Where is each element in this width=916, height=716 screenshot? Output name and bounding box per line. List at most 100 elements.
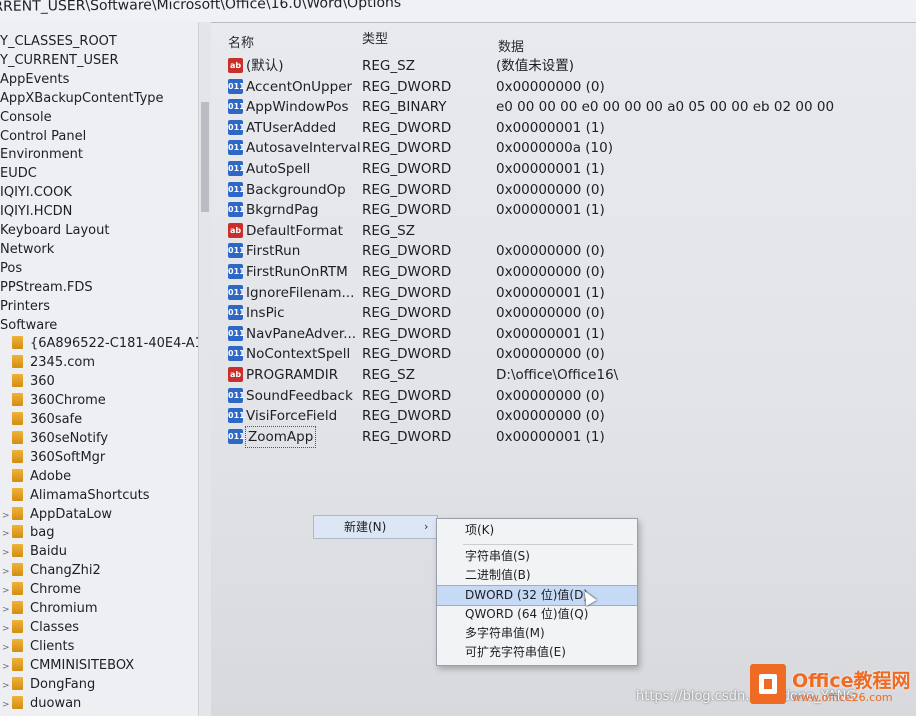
binary-value-icon: 011	[228, 161, 245, 176]
tree-item[interactable]: AppXBackupContentType	[0, 89, 164, 108]
registry-value-row[interactable]: 011 VisiForceField REG_DWORD 0x00000000 (0)	[218, 406, 916, 426]
tree-item[interactable]: IQIYI.COOK	[0, 183, 72, 202]
tree-item-label: Console	[0, 109, 52, 125]
tree-item[interactable]: > AppDataLow	[2, 505, 112, 524]
binary-value-icon: 011	[228, 140, 245, 156]
tree-item[interactable]: 360SoftMgr	[2, 448, 105, 467]
registry-value-row[interactable]: 011 InsPic REG_DWORD 0x00000000 (0)	[218, 303, 916, 323]
registry-value-row[interactable]: ab PROGRAMDIR REG_SZ D:\office\Office16\	[218, 365, 916, 385]
tree-item-label: Chrome	[30, 582, 81, 598]
value-type: REG_DWORD	[362, 346, 452, 363]
new-menu-label: 新建(N)	[344, 520, 387, 534]
value-name: VisiForceField	[246, 408, 338, 425]
value-data: 0x00000001 (1)	[496, 202, 605, 219]
tree-item[interactable]: PPStream.FDS	[0, 278, 93, 297]
tree-item[interactable]: > DongFang	[2, 675, 95, 694]
tree-item[interactable]: Y_CURRENT_USER	[0, 51, 119, 70]
tree-item[interactable]: Software	[0, 316, 57, 335]
registry-value-row[interactable]: 011 AppWindowPos REG_BINARY e0 00 00 00 e0 …	[218, 97, 916, 117]
tree-item[interactable]: IQIYI.HCDN	[0, 202, 72, 221]
value-name: FirstRunOnRTM	[246, 264, 348, 280]
tree-item[interactable]: > Chromium	[2, 599, 98, 618]
tree-item[interactable]: > ChangZhi2	[2, 561, 101, 580]
tree-item[interactable]: Pos	[0, 259, 22, 278]
tree-item[interactable]: > Chrome	[2, 580, 81, 599]
tree-item[interactable]: > Classes	[2, 618, 79, 637]
submenu-item-label: 字符串值(S)	[465, 549, 530, 563]
binary-value-icon: 011	[228, 181, 245, 197]
tree-item[interactable]: Adobe	[2, 467, 71, 486]
address-bar[interactable]: ...CURRENT_USER\Software\Microsoft\Offic…	[0, 0, 916, 23]
registry-value-row[interactable]: 011 FirstRunOnRTM REG_DWORD 0x00000000 (0)	[218, 262, 916, 282]
submenu-item[interactable]: DWORD (32 位)值(D)	[437, 585, 637, 606]
address-path: ...CURRENT_USER\Software\Microsoft\Offic…	[0, 0, 402, 16]
submenu-item[interactable]: 多字符串值(M)	[437, 624, 637, 643]
tree-scrollbar[interactable]	[198, 22, 211, 716]
tree-item[interactable]: EUDC	[0, 164, 37, 183]
folder-icon	[12, 393, 23, 407]
tree-item[interactable]: Network	[0, 240, 54, 259]
submenu-item[interactable]: 项(K)	[437, 521, 637, 540]
registry-value-row[interactable]: ab (默认) REG_SZ (数值未设置)	[218, 56, 916, 76]
registry-value-row[interactable]: ab DefaultFormat REG_SZ	[218, 221, 916, 241]
value-name: SoundFeedback	[246, 387, 353, 404]
registry-value-row[interactable]: 011 BackgroundOp REG_DWORD 0x00000000 (0)	[218, 180, 916, 200]
folder-icon	[12, 355, 23, 369]
tree-item-label: CMMINISITEBOX	[30, 657, 135, 673]
tree-item[interactable]: > bag	[2, 523, 54, 542]
value-name: NavPaneAdver...	[246, 325, 357, 342]
tree-item[interactable]: AppEvents	[0, 70, 69, 89]
tree-item[interactable]: 360	[2, 372, 55, 391]
value-type: REG_DWORD	[362, 408, 452, 425]
tree-item[interactable]: Console	[0, 108, 52, 127]
column-header-data[interactable]: 数据	[498, 36, 524, 55]
registry-value-row[interactable]: 011 SoundFeedback REG_DWORD 0x00000000 (0)	[218, 386, 916, 406]
tree-item[interactable]: Environment	[0, 145, 83, 164]
registry-value-row[interactable]: 011 NoContextSpell REG_DWORD 0x00000000 (0)	[218, 344, 916, 364]
submenu-item[interactable]: 可扩充字符串值(E)	[437, 643, 637, 662]
tree-item[interactable]: {6A896522-C181-40E4-A1C	[2, 334, 210, 353]
submenu-item[interactable]: QWORD (64 位)值(Q)	[437, 605, 637, 624]
tree-item-label: 2345.com	[30, 355, 95, 371]
registry-value-row[interactable]: 011 AutoSpell REG_DWORD 0x00000001 (1)	[218, 159, 916, 179]
folder-icon	[12, 638, 23, 652]
column-header-type[interactable]: 类型	[362, 28, 388, 47]
value-data: 0x0000000a (10)	[496, 140, 613, 157]
registry-value-row[interactable]: 011 BkgrndPag REG_DWORD 0x00000001 (1)	[218, 200, 916, 220]
tree-item-label: Software	[0, 317, 58, 333]
value-type: REG_DWORD	[362, 264, 452, 280]
registry-value-row[interactable]: 011 IgnoreFilenam... REG_DWORD 0x00000001 (…	[218, 283, 916, 303]
registry-value-row[interactable]: 011 NavPaneAdver... REG_DWORD 0x00000001 (1…	[218, 324, 916, 344]
column-header-name[interactable]: 名称	[228, 32, 254, 51]
tree-item-label: Environment	[0, 147, 84, 163]
tree-scroll-thumb[interactable]	[201, 102, 209, 212]
binary-value-icon: 011	[228, 346, 245, 362]
submenu-item[interactable]: 字符串值(S)	[437, 547, 637, 566]
expand-arrow-icon[interactable]: >	[2, 696, 12, 715]
registry-value-row[interactable]: 011 ZoomApp REG_DWORD 0x00000001 (1)	[218, 425, 916, 448]
registry-value-row[interactable]: 011 AccentOnUpper REG_DWORD 0x00000000 (0)	[218, 77, 916, 97]
tree-item[interactable]: AlimamaShortcuts	[2, 486, 150, 505]
tree-item[interactable]: Y_CLASSES_ROOT	[0, 32, 117, 51]
tree-item[interactable]: > duowan	[2, 694, 81, 713]
tree-item[interactable]: 2345.com	[2, 353, 95, 372]
tree-item[interactable]: 360Chrome	[2, 391, 106, 410]
folder-icon	[12, 374, 23, 388]
tree-item[interactable]: > CMMINISITEBOX	[2, 656, 134, 675]
tree-item[interactable]: 360safe	[2, 410, 82, 429]
tree-item[interactable]: Keyboard Layout	[0, 221, 109, 240]
value-data: 0x00000000 (0)	[496, 346, 605, 363]
registry-value-row[interactable]: 011 AutosaveInterval REG_DWORD 0x0000000a (…	[218, 138, 916, 158]
tree-item[interactable]: > Clients	[2, 637, 74, 656]
tree-item[interactable]: Printers	[0, 297, 50, 316]
value-type: REG_DWORD	[362, 387, 452, 404]
registry-value-row[interactable]: 011 ATUserAdded REG_DWORD 0x00000001 (1)	[218, 118, 916, 138]
submenu-item[interactable]: 二进制值(B)	[437, 566, 637, 585]
tree-item-label: Pos	[0, 260, 23, 276]
tree-item[interactable]: Control Panel	[0, 127, 86, 146]
value-data: 0x00000001 (1)	[496, 284, 605, 301]
tree-item[interactable]: 360seNotify	[2, 429, 108, 448]
new-menu-item[interactable]: 新建(N) ›	[313, 515, 438, 539]
registry-value-row[interactable]: 011 FirstRun REG_DWORD 0x00000000 (0)	[218, 241, 916, 261]
tree-item[interactable]: > Baidu	[2, 542, 67, 561]
